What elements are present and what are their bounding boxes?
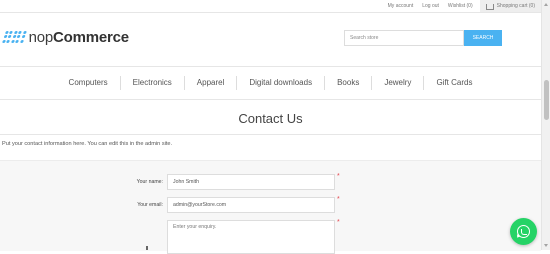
email-field[interactable]: admin@yourStore.com: [167, 197, 335, 213]
text-cursor-icon: [146, 246, 148, 250]
enquiry-textarea[interactable]: Enter your enquiry.: [167, 220, 335, 254]
log-out-link[interactable]: Log out: [422, 0, 439, 12]
logo-text: nopCommerce: [28, 28, 130, 46]
header-upper-bar: My account Log out Wishlist (0) Shopping…: [0, 0, 541, 13]
name-field[interactable]: John Smith: [167, 174, 335, 190]
store-logo[interactable]: nopCommerce: [2, 27, 130, 47]
menu-item-books[interactable]: Books: [324, 76, 371, 90]
scroll-thumb[interactable]: [544, 80, 549, 120]
scroll-up-icon[interactable]: [544, 3, 548, 6]
menu-item-apparel[interactable]: Apparel: [183, 76, 237, 90]
top-menu: Computers Electronics Apparel Digital do…: [0, 66, 541, 100]
scroll-down-icon[interactable]: [544, 244, 548, 247]
search-input[interactable]: Search store: [344, 30, 464, 46]
menu-item-gift-cards[interactable]: Gift Cards: [423, 76, 484, 90]
menu-item-digital-downloads[interactable]: Digital downloads: [236, 76, 324, 90]
header-links: My account Log out Wishlist (0) Shopping…: [379, 0, 541, 12]
shopping-cart-icon: [485, 4, 494, 10]
required-star: *: [337, 196, 340, 203]
whatsapp-chat-button[interactable]: [510, 218, 537, 245]
page-title: Contact Us: [238, 111, 303, 126]
required-star: *: [337, 219, 340, 226]
menu-item-electronics[interactable]: Electronics: [119, 76, 184, 90]
my-account-link[interactable]: My account: [388, 0, 414, 12]
name-label: Your name:: [136, 179, 163, 185]
title-divider: [0, 134, 541, 135]
menu-item-jewelry[interactable]: Jewelry: [371, 76, 423, 90]
wishlist-link[interactable]: Wishlist (0): [448, 0, 473, 12]
menu-item-computers[interactable]: Computers: [57, 76, 120, 90]
page-scrollbar[interactable]: [541, 0, 550, 250]
required-star: *: [337, 173, 340, 180]
shopping-cart-label: Shopping cart (0): [496, 3, 535, 9]
logo-dots-icon: [2, 31, 27, 43]
search-button[interactable]: SEARCH: [464, 30, 502, 46]
email-label: Your email:: [137, 202, 163, 208]
shopping-cart-link[interactable]: Shopping cart (0): [479, 0, 541, 12]
contact-info-text: Put your contact information here. You c…: [2, 141, 173, 147]
